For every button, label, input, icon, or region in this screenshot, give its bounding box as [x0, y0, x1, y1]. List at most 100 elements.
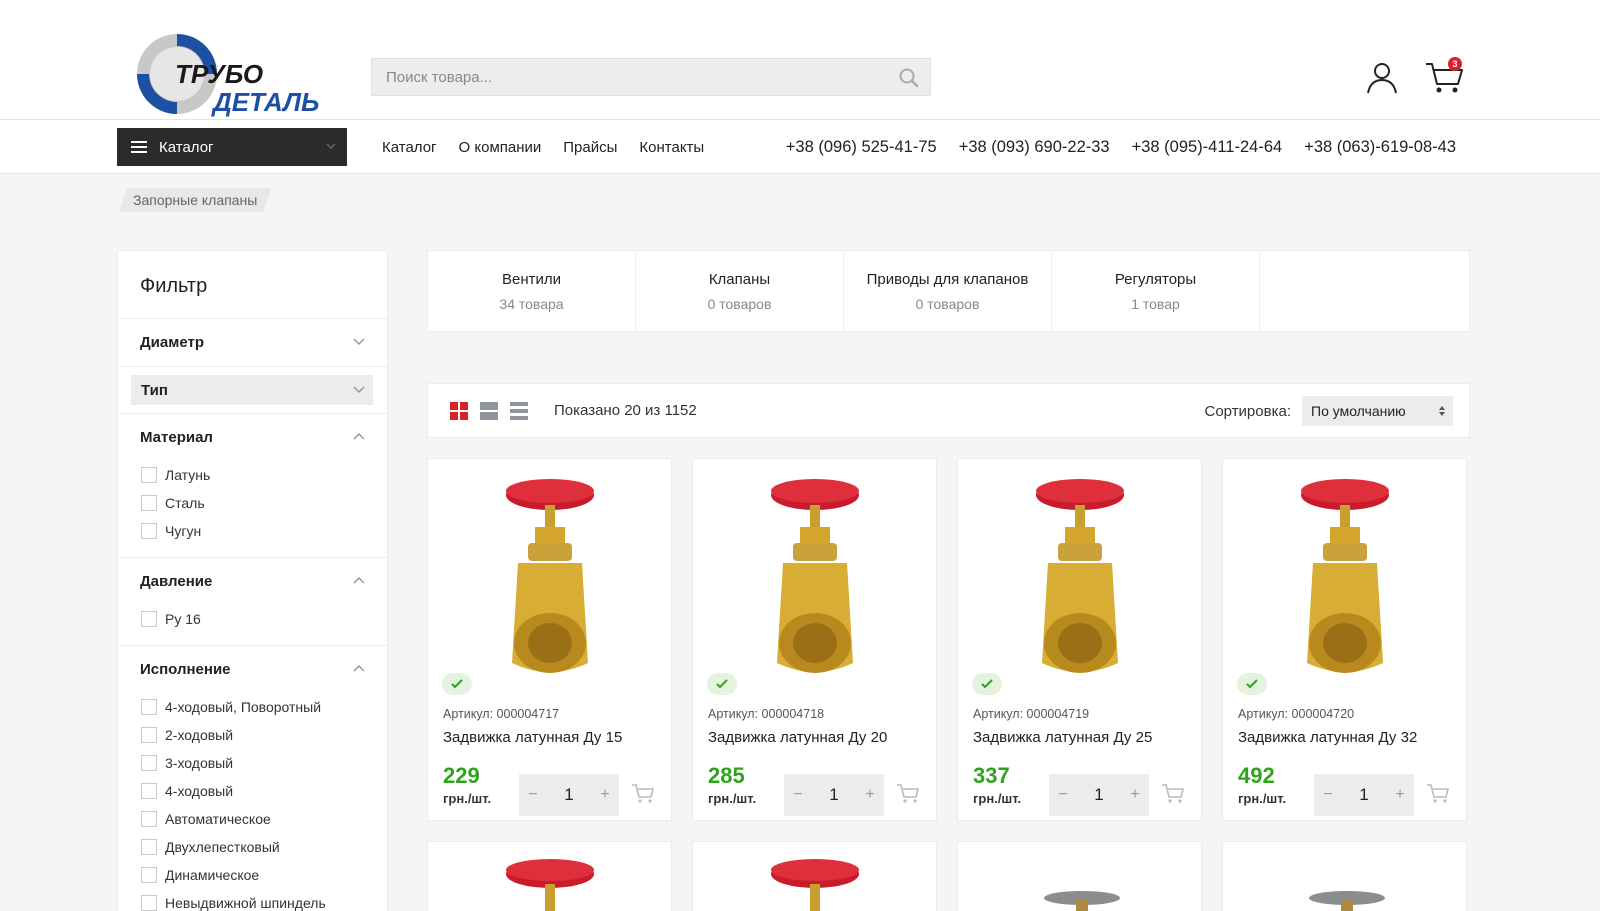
product-name[interactable]: Задвижка латунная Ду 15	[443, 729, 622, 746]
filter-option[interactable]: Невыдвижной шпиндель	[118, 889, 387, 911]
increase-button[interactable]: +	[591, 774, 619, 816]
filter-option[interactable]: Динамическое	[118, 861, 387, 889]
filter-option[interactable]: Сталь	[118, 489, 387, 517]
filter-option[interactable]: Двухлепестковый	[118, 833, 387, 861]
filter-title: Фильтр	[118, 251, 387, 319]
quantity-stepper: − 1 +	[1314, 774, 1414, 816]
valve-image	[1309, 891, 1385, 911]
phone-number[interactable]: +38 (095)-411-24-64	[1132, 138, 1283, 157]
quantity-value[interactable]: 1	[1077, 774, 1121, 816]
product-card[interactable]: Артикул: 000004719 Задвижка латунная Ду …	[957, 458, 1202, 821]
user-icon[interactable]	[1365, 60, 1399, 94]
nav-link-prices[interactable]: Прайсы	[563, 139, 617, 156]
search-icon[interactable]	[896, 65, 922, 91]
grid-view-icon[interactable]	[450, 402, 468, 420]
filter-section-header[interactable]: Тип	[131, 375, 373, 405]
add-to-cart-icon[interactable]	[896, 782, 920, 804]
increase-button[interactable]: +	[1386, 774, 1414, 816]
filter-section-label: Давление	[140, 573, 213, 590]
product-name[interactable]: Задвижка латунная Ду 25	[973, 729, 1152, 746]
filter-option[interactable]: Автоматическое	[118, 805, 387, 833]
catalog-button-label: Каталог	[159, 138, 214, 156]
phone-number[interactable]: +38 (096) 525-41-75	[786, 138, 937, 157]
filter-option-label: Латунь	[165, 467, 211, 483]
product-card[interactable]: Артикул: 000004720 Задвижка латунная Ду …	[1222, 458, 1467, 821]
product-card[interactable]	[957, 841, 1202, 911]
subcategory-tile[interactable]: Клапаны 0 товаров	[636, 251, 844, 331]
decrease-button[interactable]: −	[1314, 774, 1342, 816]
checkbox[interactable]	[141, 467, 157, 483]
add-to-cart-icon[interactable]	[1426, 782, 1450, 804]
product-name[interactable]: Задвижка латунная Ду 32	[1238, 729, 1417, 746]
search-input[interactable]	[372, 59, 872, 95]
checkbox[interactable]	[141, 783, 157, 799]
filter-option[interactable]: 4-ходовый	[118, 777, 387, 805]
nav-link-about[interactable]: О компании	[459, 139, 542, 156]
subcategory-tile[interactable]: Регуляторы 1 товар	[1052, 251, 1260, 331]
catalog-button[interactable]: Каталог	[117, 128, 347, 166]
filter-section-header[interactable]: Давление	[118, 558, 387, 605]
checkbox[interactable]	[141, 755, 157, 771]
filter-section-diameter: Диаметр	[118, 319, 387, 367]
phone-number[interactable]: +38 (093) 690-22-33	[959, 138, 1110, 157]
filter-option[interactable]: 3-ходовый	[118, 749, 387, 777]
logo[interactable]: ТРУБО ДЕТАЛЬ	[135, 32, 335, 122]
filter-option-label: Сталь	[165, 495, 205, 511]
checkbox[interactable]	[141, 523, 157, 539]
filter-option-label: Динамическое	[165, 867, 260, 883]
increase-button[interactable]: +	[856, 774, 884, 816]
filter-section-header[interactable]: Материал	[118, 414, 387, 461]
product-card[interactable]: Артикул: 000004718 Задвижка латунная Ду …	[692, 458, 937, 821]
chevron-down-icon	[326, 143, 336, 150]
filter-option[interactable]: Ру 16	[118, 605, 387, 633]
product-card[interactable]: Артикул: 000004717 Задвижка латунная Ду …	[427, 458, 672, 821]
product-name[interactable]: Задвижка латунная Ду 20	[708, 729, 887, 746]
filter-section-header[interactable]: Диаметр	[118, 319, 387, 366]
checkbox[interactable]	[141, 895, 157, 911]
decrease-button[interactable]: −	[784, 774, 812, 816]
product-price: 285	[708, 763, 745, 788]
phone-number[interactable]: +38 (063)-619-08-43	[1304, 138, 1456, 157]
product-card[interactable]	[427, 841, 672, 911]
quantity-value[interactable]: 1	[1342, 774, 1386, 816]
quantity-value[interactable]: 1	[812, 774, 856, 816]
product-card[interactable]	[692, 841, 937, 911]
checkbox[interactable]	[141, 699, 157, 715]
filter-section-header[interactable]: Исполнение	[118, 646, 387, 693]
filter-option[interactable]: 2-ходовый	[118, 721, 387, 749]
select-arrows-icon	[1439, 406, 1445, 416]
gate-valve-image[interactable]	[755, 473, 875, 698]
filter-option[interactable]: Латунь	[118, 461, 387, 489]
checkbox[interactable]	[141, 867, 157, 883]
sort-select[interactable]: По умолчанию	[1302, 396, 1453, 426]
subcategory-tile[interactable]: Приводы для клапанов 0 товаров	[844, 251, 1052, 331]
checkbox[interactable]	[141, 495, 157, 511]
quantity-value[interactable]: 1	[547, 774, 591, 816]
gate-valve-image[interactable]	[490, 473, 610, 698]
add-to-cart-icon[interactable]	[631, 782, 655, 804]
gate-valve-image[interactable]	[1020, 473, 1140, 698]
decrease-button[interactable]: −	[1049, 774, 1077, 816]
filter-option-label: 2-ходовый	[165, 727, 234, 743]
gate-valve-image[interactable]	[1285, 473, 1405, 698]
filter-option[interactable]: Чугун	[118, 517, 387, 545]
filter-section-label: Исполнение	[140, 661, 231, 678]
product-card[interactable]	[1222, 841, 1467, 911]
subcategory-tile[interactable]: Вентили 34 товара	[428, 251, 636, 331]
nav-link-contacts[interactable]: Контакты	[639, 139, 704, 156]
checkbox[interactable]	[141, 727, 157, 743]
compact-list-icon[interactable]	[510, 402, 528, 420]
checkbox[interactable]	[141, 611, 157, 627]
list-view-icon[interactable]	[480, 402, 498, 420]
decrease-button[interactable]: −	[519, 774, 547, 816]
subcategory-tile-empty	[1260, 251, 1468, 331]
filter-option[interactable]: 4-ходовый, Поворотный	[118, 693, 387, 721]
quantity-stepper: − 1 +	[784, 774, 884, 816]
increase-button[interactable]: +	[1121, 774, 1149, 816]
breadcrumb[interactable]: Запорные клапаны	[119, 188, 271, 212]
checkbox[interactable]	[141, 811, 157, 827]
nav-link-catalog[interactable]: Каталог	[382, 139, 437, 156]
add-to-cart-icon[interactable]	[1161, 782, 1185, 804]
chevron-down-icon	[353, 338, 365, 346]
checkbox[interactable]	[141, 839, 157, 855]
